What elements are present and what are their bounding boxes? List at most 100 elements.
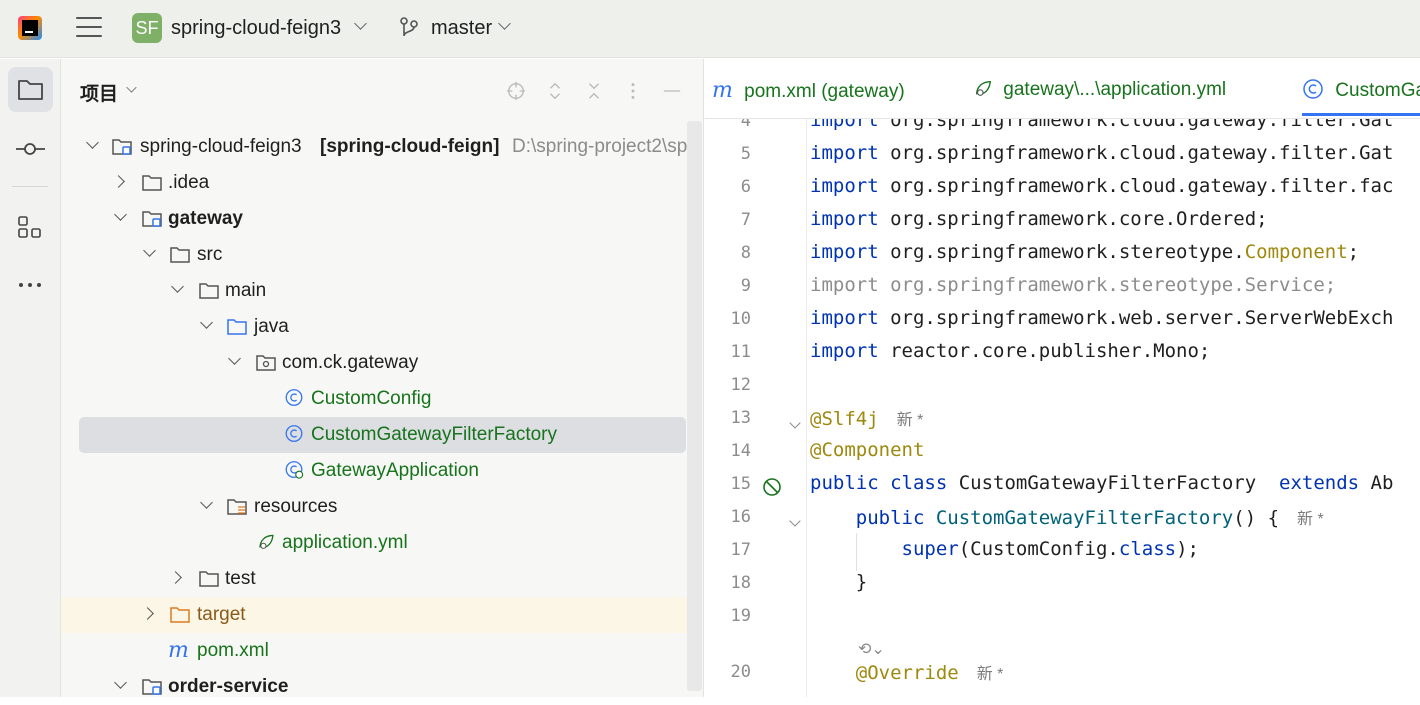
tree-item-gatewayapplication[interactable]: GatewayApplication bbox=[61, 453, 704, 489]
tree-item-resources[interactable]: resources bbox=[61, 489, 704, 525]
tree-item-java[interactable]: java bbox=[61, 309, 704, 345]
code-line: public class CustomGatewayFilterFactory … bbox=[810, 472, 1393, 494]
code-token: import org.springframework.stereotype.Se… bbox=[810, 274, 1337, 296]
code-token: import bbox=[810, 307, 879, 329]
panel-title[interactable]: 项目 bbox=[80, 79, 118, 106]
chevron-down-icon[interactable] bbox=[126, 82, 137, 93]
code-line: import org.springframework.stereotype.Co… bbox=[810, 241, 1359, 263]
tab-customgatewayfilterfactory[interactable]: CustomGa bbox=[1302, 78, 1420, 116]
tab-application-yml[interactable]: gateway\...\application.yml bbox=[972, 78, 1226, 101]
author-hint[interactable]: 新 * bbox=[977, 666, 1004, 683]
main-menu-icon[interactable] bbox=[76, 17, 102, 39]
code-editor[interactable]: 4 import org.springframework.cloud.gatewa… bbox=[705, 119, 1420, 697]
line-number: 13 bbox=[730, 408, 751, 428]
chevron-down-icon[interactable] bbox=[143, 244, 156, 257]
code-token: import bbox=[810, 142, 879, 164]
code-line: super(CustomConfig.class); bbox=[810, 538, 1199, 560]
tree-item-src[interactable]: src bbox=[61, 237, 704, 273]
editor-tabs: m pom.xml (gateway) gateway\...\applicat… bbox=[705, 59, 1420, 119]
chevron-down-icon[interactable] bbox=[114, 208, 127, 221]
project-badge[interactable]: SF bbox=[132, 13, 162, 43]
tree-item-root[interactable]: spring-cloud-feign3 [spring-cloud-feign]… bbox=[61, 129, 704, 165]
tree-item-order-service[interactable]: order-service bbox=[61, 669, 704, 705]
class-icon bbox=[285, 389, 303, 406]
line-number: 6 bbox=[740, 177, 751, 197]
tree-item-pom[interactable]: m pom.xml bbox=[61, 633, 704, 669]
tree-item-gateway[interactable]: gateway bbox=[61, 201, 704, 237]
chevron-down-icon[interactable] bbox=[354, 17, 367, 30]
code-token: import bbox=[810, 340, 879, 362]
structure-tool-button[interactable] bbox=[8, 205, 53, 250]
options-icon[interactable] bbox=[621, 81, 645, 101]
folder-icon bbox=[199, 283, 219, 299]
module-folder-icon bbox=[142, 211, 162, 227]
package-icon bbox=[256, 355, 276, 371]
chevron-down-icon[interactable] bbox=[171, 280, 184, 293]
spring-bean-gutter-icon[interactable] bbox=[761, 476, 783, 498]
tree-item-target[interactable]: target bbox=[61, 597, 691, 633]
project-name[interactable]: spring-cloud-feign3 bbox=[171, 17, 341, 40]
line-number: 14 bbox=[730, 441, 751, 461]
git-branch-icon[interactable] bbox=[399, 17, 419, 39]
project-tool-button[interactable] bbox=[8, 67, 53, 112]
tab-pom-xml[interactable]: m pom.xml (gateway) bbox=[712, 78, 905, 103]
author-hint[interactable]: 新 * bbox=[897, 412, 924, 429]
tree-item-idea[interactable]: .idea bbox=[61, 165, 704, 201]
code-token: import bbox=[810, 175, 879, 197]
author-hint[interactable]: 新 * bbox=[1297, 511, 1324, 528]
expand-all-icon[interactable] bbox=[543, 81, 567, 101]
code-line: import org.springframework.web.server.Se… bbox=[810, 307, 1393, 329]
ai-hint-icon[interactable]: ⟲⌄ bbox=[858, 639, 885, 659]
chevron-down-icon[interactable] bbox=[498, 17, 511, 30]
tree-item-label: com.ck.gateway bbox=[282, 352, 419, 373]
tab-label: gateway\...\application.yml bbox=[1003, 79, 1227, 100]
more-tools-button[interactable] bbox=[8, 263, 53, 308]
chevron-right-icon[interactable] bbox=[112, 175, 125, 188]
code-token: org.springframework.stereotype. bbox=[878, 241, 1245, 263]
line-number: 19 bbox=[730, 606, 751, 626]
tree-item-customconfig[interactable]: CustomConfig bbox=[61, 381, 704, 417]
tree-item-label: target bbox=[197, 604, 246, 625]
tree-item-test[interactable]: test bbox=[61, 561, 704, 597]
code-line: @Slf4j 新 * bbox=[810, 406, 923, 430]
branch-name[interactable]: master bbox=[431, 17, 492, 40]
chevron-down-icon[interactable] bbox=[200, 496, 213, 509]
tree-item-path: D:\spring-project2\spr bbox=[512, 136, 694, 157]
line-number: 7 bbox=[740, 210, 751, 230]
line-number: 10 bbox=[730, 309, 751, 329]
tree-item-label: spring-cloud-feign3 bbox=[140, 136, 302, 157]
code-line: import org.springframework.core.Ordered; bbox=[810, 208, 1268, 230]
code-line: @Component bbox=[810, 439, 924, 461]
locate-icon[interactable] bbox=[504, 81, 528, 101]
tab-label: pom.xml (gateway) bbox=[744, 81, 905, 102]
code-token: CustomGatewayFilterFactory bbox=[924, 507, 1234, 529]
collapse-all-icon[interactable] bbox=[582, 81, 606, 101]
tree-item-label: src bbox=[197, 244, 223, 265]
chevron-right-icon[interactable] bbox=[141, 607, 154, 620]
chevron-down-icon[interactable] bbox=[114, 676, 127, 689]
class-icon bbox=[285, 425, 303, 442]
code-token: public class bbox=[810, 472, 948, 494]
tree-item-package[interactable]: com.ck.gateway bbox=[61, 345, 704, 381]
chevron-right-icon[interactable] bbox=[169, 571, 182, 584]
tree-item-main[interactable]: main bbox=[61, 273, 704, 309]
folder-icon bbox=[170, 247, 190, 263]
gutter-divider bbox=[806, 119, 807, 697]
fold-icon[interactable] bbox=[789, 417, 801, 429]
tree-item-application-yml[interactable]: application.yml bbox=[61, 525, 704, 561]
commit-tool-button[interactable] bbox=[8, 127, 53, 172]
tree-item-label: .idea bbox=[168, 172, 210, 193]
hide-panel-icon[interactable] bbox=[660, 81, 684, 101]
scrollbar[interactable] bbox=[687, 121, 702, 691]
tree-item-label: order-service bbox=[168, 676, 289, 697]
line-number: 5 bbox=[740, 144, 751, 164]
chevron-down-icon[interactable] bbox=[86, 136, 99, 149]
intellij-logo-icon[interactable] bbox=[18, 16, 42, 40]
tree-item-label: resources bbox=[254, 496, 338, 517]
code-token: org.springframework.cloud.gateway.filter… bbox=[878, 142, 1394, 164]
tree-item-customgatewayfilterfactory[interactable]: CustomGatewayFilterFactory bbox=[79, 417, 686, 453]
fold-icon[interactable] bbox=[789, 515, 801, 527]
chevron-down-icon[interactable] bbox=[200, 316, 213, 329]
chevron-down-icon[interactable] bbox=[228, 352, 241, 365]
code-token: extends bbox=[1279, 472, 1360, 494]
